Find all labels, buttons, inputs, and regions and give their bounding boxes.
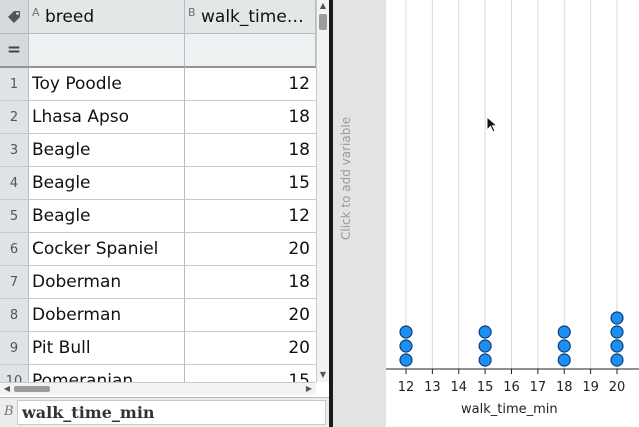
row-number[interactable]: 10 (0, 365, 29, 382)
data-point[interactable] (399, 325, 413, 339)
column-header-b[interactable]: B walk_time… (185, 0, 316, 34)
data-point[interactable] (610, 325, 624, 339)
table-row: 8 Doberman 20 (0, 299, 316, 332)
data-point[interactable] (557, 325, 571, 339)
x-tick-label: 14 (450, 380, 467, 395)
x-tick-label: 18 (556, 380, 573, 395)
row-number[interactable]: 7 (0, 266, 29, 299)
walk-time-cell[interactable]: 18 (185, 134, 316, 167)
data-plot-pane: Click to add variable 12 13 14 15 16 17 18 19 20… (333, 0, 639, 427)
x-tick-label: 19 (582, 380, 599, 395)
breed-cell[interactable]: Pit Bull (29, 332, 185, 365)
data-point[interactable] (610, 353, 624, 367)
row-number[interactable]: 1 (0, 68, 29, 101)
table-row: 1 Toy Poodle 12 (0, 68, 316, 101)
row-number[interactable]: 8 (0, 299, 29, 332)
column-name: breed (45, 7, 95, 27)
table-body: 1 Toy Poodle 12 2 Lhasa Apso 18 3 Beagle… (0, 68, 316, 382)
table-row: 10 Pomeranian 15 (0, 365, 316, 382)
breed-cell[interactable]: Toy Poodle (29, 68, 185, 101)
formula-cell-a[interactable] (29, 34, 185, 68)
row-number[interactable]: 4 (0, 167, 29, 200)
data-point[interactable] (557, 353, 571, 367)
column-name: walk_time… (201, 7, 304, 27)
row-number[interactable]: 5 (0, 200, 29, 233)
column-letter: B (188, 6, 196, 19)
formula-cell-b[interactable] (185, 34, 316, 68)
x-axis-label[interactable]: walk_time_min (461, 402, 558, 417)
walk-time-cell[interactable]: 20 (185, 233, 316, 266)
scroll-down-icon[interactable]: ▼ (317, 370, 329, 380)
horizontal-scrollbar[interactable]: ◀ ▶ (0, 382, 316, 395)
cell-entry-line: B walk_time_min (0, 397, 329, 427)
data-point[interactable] (399, 339, 413, 353)
table-row: 4 Beagle 15 (0, 167, 316, 200)
row-number[interactable]: 3 (0, 134, 29, 167)
x-tick-label: 17 (530, 380, 547, 395)
table-row: 6 Cocker Spaniel 20 (0, 233, 316, 266)
scroll-left-icon[interactable]: ◀ (1, 384, 13, 394)
data-point[interactable] (478, 325, 492, 339)
x-tick-label: 13 (424, 380, 441, 395)
breed-cell[interactable]: Beagle (29, 200, 185, 233)
x-tick-label: 12 (398, 380, 415, 395)
breed-cell[interactable]: Lhasa Apso (29, 101, 185, 134)
data-point[interactable] (478, 353, 492, 367)
x-tick-label: 15 (477, 380, 494, 395)
data-point[interactable] (610, 311, 624, 325)
breed-cell[interactable]: Cocker Spaniel (29, 233, 185, 266)
breed-cell[interactable]: Doberman (29, 299, 185, 332)
horizontal-scroll-thumb[interactable] (14, 386, 50, 392)
cell-entry-input[interactable]: walk_time_min (17, 400, 326, 425)
vertical-scrollbar[interactable]: ▲ ▼ (316, 0, 329, 382)
spreadsheet-pane: = A breed B walk_time… 1 Toy Poodle 12 2… (0, 0, 330, 427)
mouse-pointer-icon (486, 116, 499, 133)
breed-cell[interactable]: Beagle (29, 134, 185, 167)
row-number[interactable]: 2 (0, 101, 29, 134)
data-point[interactable] (610, 339, 624, 353)
walk-time-cell[interactable]: 15 (185, 167, 316, 200)
column-letter: A (32, 6, 40, 19)
table-row: 5 Beagle 12 (0, 200, 316, 233)
walk-time-cell[interactable]: 20 (185, 332, 316, 365)
data-point[interactable] (399, 353, 413, 367)
column-header-a[interactable]: A breed (29, 0, 185, 34)
table-row: 9 Pit Bull 20 (0, 332, 316, 365)
breed-cell[interactable]: Doberman (29, 266, 185, 299)
breed-cell[interactable]: Beagle (29, 167, 185, 200)
row-number[interactable]: 6 (0, 233, 29, 266)
walk-time-cell[interactable]: 18 (185, 101, 316, 134)
breed-cell[interactable]: Pomeranian (29, 365, 185, 382)
vertical-scroll-thumb[interactable] (319, 14, 327, 30)
data-point[interactable] (557, 339, 571, 353)
table-row: 7 Doberman 18 (0, 266, 316, 299)
scroll-right-icon[interactable]: ▶ (303, 384, 315, 394)
walk-time-cell[interactable]: 12 (185, 68, 316, 101)
scroll-up-icon[interactable]: ▲ (317, 1, 329, 11)
entry-column-letter: B (4, 404, 14, 419)
column-options-icon[interactable] (0, 0, 29, 34)
dot-plot: 12 13 14 15 16 17 18 19 20 (386, 0, 639, 395)
tag-icon (8, 11, 20, 23)
x-tick-label: 20 (609, 380, 626, 395)
x-tick-label: 16 (503, 380, 520, 395)
cell-entry-text: walk_time_min (22, 403, 155, 422)
walk-time-cell[interactable]: 20 (185, 299, 316, 332)
walk-time-cell[interactable]: 18 (185, 266, 316, 299)
table-row: 3 Beagle 18 (0, 134, 316, 167)
table-row: 2 Lhasa Apso 18 (0, 101, 316, 134)
data-point[interactable] (478, 339, 492, 353)
walk-time-cell[interactable]: 12 (185, 200, 316, 233)
formula-row-symbol: = (0, 34, 29, 68)
walk-time-cell[interactable]: 15 (185, 365, 316, 382)
row-number[interactable]: 9 (0, 332, 29, 365)
